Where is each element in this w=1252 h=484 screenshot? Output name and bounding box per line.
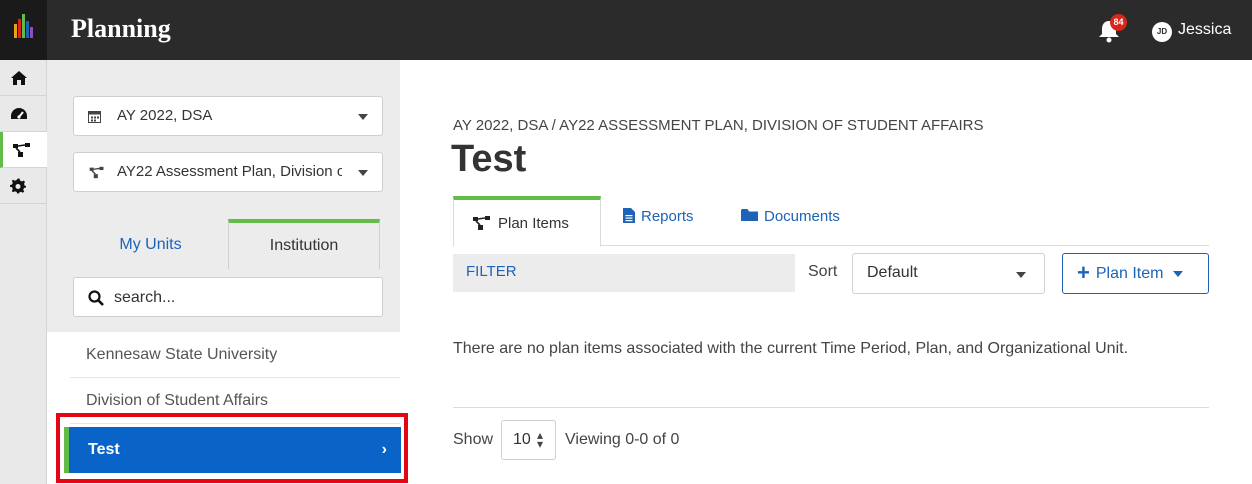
- folder-icon: [741, 209, 758, 221]
- hierarchy-icon: [473, 216, 490, 230]
- chevron-down-icon: [1173, 270, 1184, 277]
- tab-reports[interactable]: Reports: [623, 196, 694, 246]
- hierarchy-icon: [89, 166, 104, 179]
- show-label: Show: [453, 431, 494, 448]
- tab-plan-items[interactable]: Plan Items: [453, 196, 601, 247]
- plan-select[interactable]: AY22 Assessment Plan, Division of Studen…: [73, 152, 383, 192]
- home-icon: [11, 70, 27, 85]
- tab-documents[interactable]: Documents: [741, 196, 840, 246]
- tab-label: Reports: [641, 208, 694, 225]
- bar-chart-logo-icon: [14, 14, 33, 38]
- notification-badge: 84: [1110, 14, 1127, 31]
- breadcrumb: AY 2022, DSA / AY22 ASSESSMENT PLAN, DIV…: [453, 117, 984, 134]
- tab-label: Plan Items: [498, 214, 569, 232]
- top-bar: Planning 84 JD Jessica: [0, 0, 1252, 60]
- time-period-value: AY 2022, DSA: [117, 107, 213, 124]
- search-icon: [88, 290, 104, 306]
- plan-value: AY22 Assessment Plan, Division of Studen…: [117, 163, 342, 180]
- app-logo[interactable]: [0, 0, 47, 60]
- dashboard-icon: [11, 107, 27, 119]
- highlight-box: [56, 413, 408, 483]
- avatar[interactable]: JD: [1152, 22, 1172, 42]
- time-period-select[interactable]: AY 2022, DSA: [73, 96, 383, 136]
- chevron-down-icon: [1016, 272, 1026, 278]
- rail-item-settings[interactable]: [0, 168, 47, 204]
- plus-icon: +: [1077, 259, 1090, 285]
- tab-label: Documents: [764, 208, 840, 225]
- file-icon: [623, 208, 635, 223]
- app-title: Planning: [71, 14, 171, 43]
- page-size-select[interactable]: 10 ▴ ▾: [501, 420, 556, 460]
- filter-toggle[interactable]: FILTER: [453, 254, 795, 292]
- rail-item-planning[interactable]: [0, 132, 47, 168]
- tab-institution[interactable]: Institution: [228, 219, 380, 269]
- sort-value: Default: [867, 264, 918, 281]
- pagination-status: Viewing 0-0 of 0: [565, 431, 680, 448]
- add-plan-item-label: Plan Item: [1095, 264, 1164, 282]
- tab-my-units[interactable]: My Units: [73, 220, 228, 270]
- empty-state-message: There are no plan items associated with …: [453, 340, 1129, 357]
- list-item[interactable]: Kennesaw State University: [70, 332, 400, 378]
- page-size-value: 10: [513, 431, 531, 448]
- user-menu[interactable]: Jessica: [1178, 21, 1231, 39]
- content-tabs: Plan Items Reports Documents: [453, 196, 1209, 247]
- hierarchy-icon: [13, 142, 30, 157]
- divider: [453, 407, 1209, 408]
- gear-icon: [10, 178, 26, 193]
- up-down-arrows-icon: ▴ ▾: [537, 428, 544, 451]
- chevron-down-icon: [358, 170, 368, 176]
- unit-search[interactable]: [73, 277, 383, 317]
- sort-label: Sort: [808, 263, 838, 280]
- sort-select[interactable]: Default: [852, 253, 1045, 294]
- search-input[interactable]: [114, 286, 374, 310]
- chevron-down-icon: [358, 114, 368, 120]
- add-plan-item-button[interactable]: + Plan Item: [1062, 253, 1209, 294]
- page-title: Test: [451, 138, 527, 180]
- calendar-icon: [88, 111, 101, 123]
- rail-item-home[interactable]: [0, 60, 47, 96]
- nav-rail: [0, 60, 47, 484]
- rail-item-dashboard[interactable]: [0, 96, 47, 132]
